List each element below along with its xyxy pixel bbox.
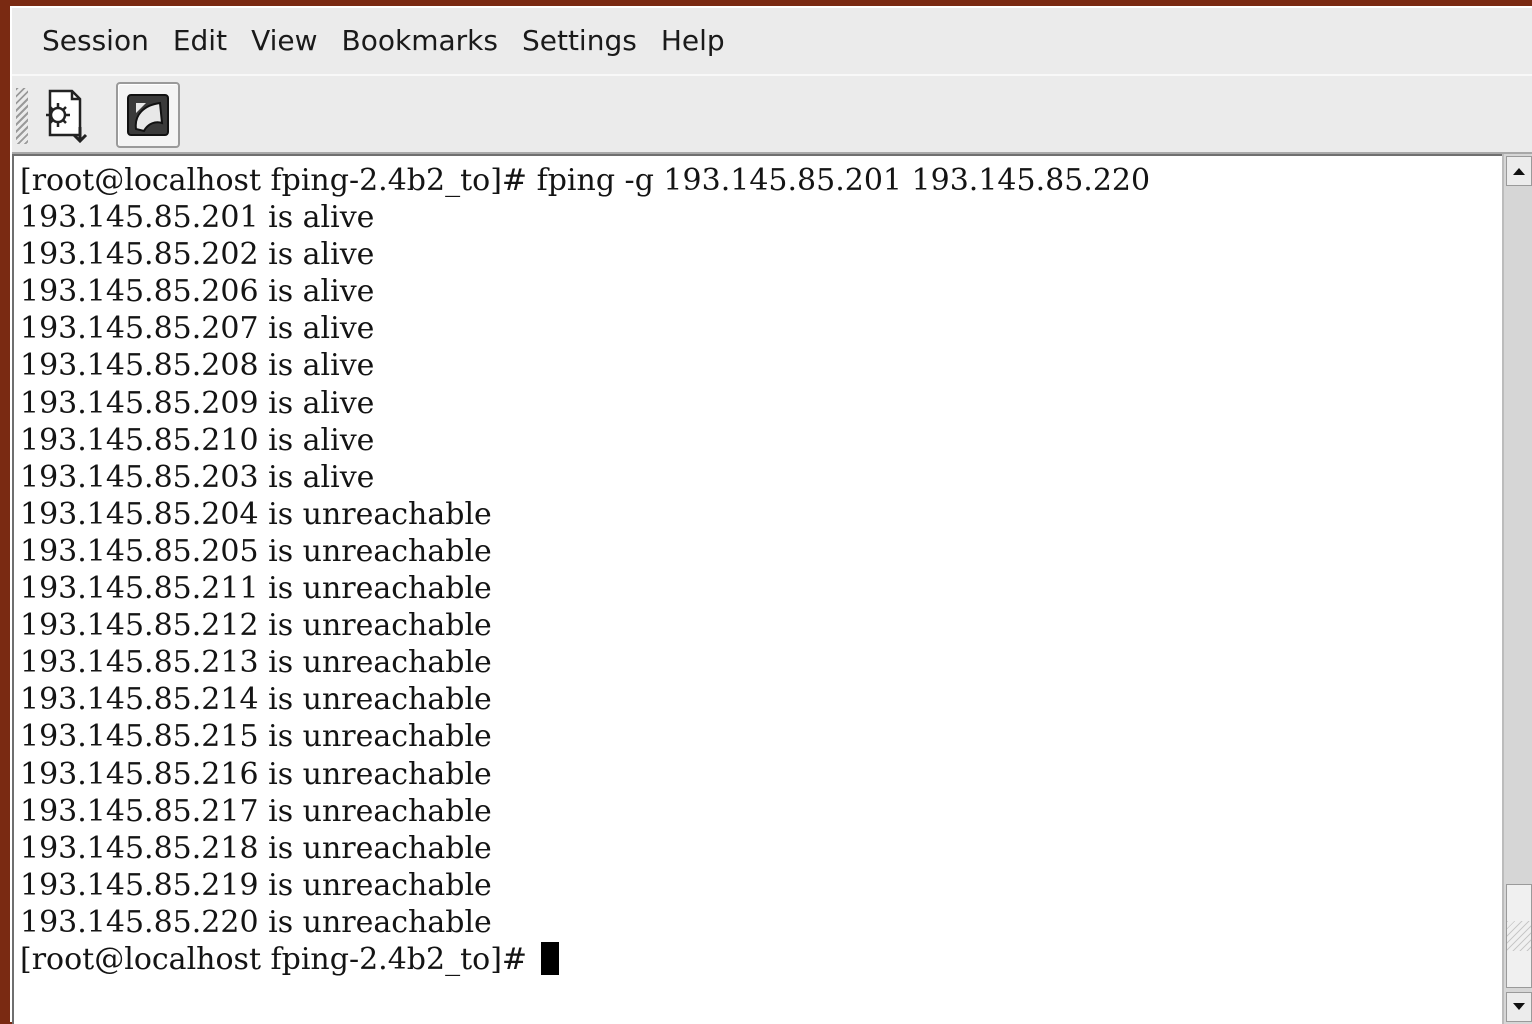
terminal-line: 193.145.85.217 is unreachable — [20, 793, 492, 829]
terminal-line: 193.145.85.215 is unreachable — [20, 719, 492, 755]
terminal-prompt-line: [root@localhost fping-2.4b2_to]# — [20, 941, 1502, 978]
terminal-line: 193.145.85.204 is unreachable — [20, 496, 492, 532]
scroll-down-button[interactable] — [1506, 992, 1532, 1022]
new-session-button[interactable] — [34, 82, 98, 148]
terminal-line: 193.145.85.201 is alive — [20, 200, 375, 236]
terminal-prompt: [root@localhost fping-2.4b2_to]# — [20, 941, 537, 977]
terminal-line: 193.145.85.203 is alive — [20, 459, 375, 495]
terminal-line: 193.145.85.214 is unreachable — [20, 682, 492, 718]
toolbar — [12, 74, 1532, 154]
terminal-line: 193.145.85.213 is unreachable — [20, 645, 492, 681]
terminal-line: 193.145.85.210 is alive — [20, 422, 375, 458]
konsole-window: Session Edit View Bookmarks Settings Hel… — [10, 6, 1532, 1024]
terminal-line: 193.145.85.206 is alive — [20, 274, 375, 310]
terminal-line: 193.145.85.218 is unreachable — [20, 830, 492, 866]
menu-help[interactable]: Help — [649, 8, 737, 74]
terminal-line: 193.145.85.219 is unreachable — [20, 867, 492, 903]
arrow-up-icon — [1513, 168, 1525, 175]
scroll-up-button[interactable] — [1506, 156, 1532, 186]
desktop-background: Session Edit View Bookmarks Settings Hel… — [0, 0, 1532, 1024]
toolbar-grip[interactable] — [16, 88, 28, 144]
terminal-output[interactable]: [root@localhost fping-2.4b2_to]# fping -… — [12, 154, 1502, 1024]
vertical-scrollbar[interactable] — [1502, 154, 1532, 1024]
menu-settings[interactable]: Settings — [510, 8, 649, 74]
menu-view[interactable]: View — [239, 8, 329, 74]
terminal-line: 193.145.85.208 is alive — [20, 348, 375, 384]
terminal-line: [root@localhost fping-2.4b2_to]# fping -… — [20, 163, 1151, 198]
fullscreen-icon — [127, 94, 169, 136]
scrollbar-thumb[interactable] — [1506, 884, 1532, 988]
terminal-line: 193.145.85.205 is unreachable — [20, 533, 492, 569]
new-session-icon — [46, 89, 88, 144]
menu-edit[interactable]: Edit — [161, 8, 239, 74]
terminal-line: 193.145.85.216 is unreachable — [20, 756, 492, 792]
terminal-line: 193.145.85.211 is unreachable — [20, 571, 492, 607]
terminal-line: 193.145.85.220 is unreachable — [20, 904, 492, 940]
terminal-line: 193.145.85.209 is alive — [20, 385, 375, 421]
terminal-line: 193.145.85.202 is alive — [20, 237, 375, 273]
menu-session[interactable]: Session — [30, 8, 161, 74]
text-cursor — [540, 942, 559, 976]
terminal-line: 193.145.85.212 is unreachable — [20, 608, 492, 644]
menu-bookmarks[interactable]: Bookmarks — [330, 8, 510, 74]
terminal-line: 193.145.85.207 is alive — [20, 311, 375, 347]
fullscreen-button[interactable] — [116, 82, 180, 148]
menu-bar: Session Edit View Bookmarks Settings Hel… — [12, 8, 1532, 74]
arrow-down-icon — [1513, 1003, 1525, 1010]
